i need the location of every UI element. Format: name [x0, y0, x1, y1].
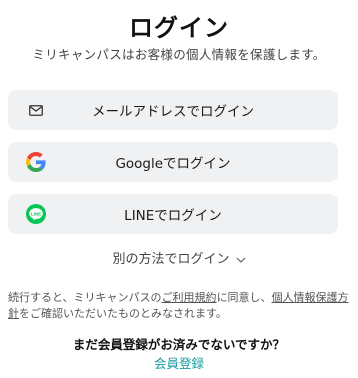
- terms-suffix: をご確認いただいたものとみなされます。: [19, 307, 227, 320]
- email-login-label: メールアドレスでログイン: [92, 104, 254, 120]
- terms-middle: に同意し、: [216, 291, 272, 304]
- other-login-methods-toggle[interactable]: 別の方法でログイン: [0, 248, 358, 267]
- signup-question: まだ会員登録がお済みでないですか？: [72, 337, 286, 352]
- google-login-button[interactable]: Googleでログイン: [8, 142, 338, 182]
- other-login-methods-label: 別の方法でログイン: [112, 252, 230, 267]
- google-login-label: Googleでログイン: [115, 156, 231, 172]
- chevron-down-icon: [236, 252, 246, 267]
- mail-icon: [26, 100, 46, 120]
- page-title: ログイン: [129, 14, 229, 42]
- line-login-label: LINEでログイン: [124, 208, 222, 224]
- terms-notice: 続行すると、ミリキャンパスのご利用規約に同意し、個人情報保護方針をご確認いただい…: [8, 290, 350, 322]
- svg-text:LINE: LINE: [31, 211, 41, 216]
- terms-prefix: 続行すると、ミリキャンパスの: [8, 291, 162, 304]
- signup-link[interactable]: 会員登録: [0, 353, 358, 372]
- google-icon: [26, 152, 46, 172]
- terms-of-use-link[interactable]: ご利用規約: [162, 291, 217, 304]
- email-login-button[interactable]: メールアドレスでログイン: [8, 90, 338, 130]
- page-subtitle: ミリキャンパスはお客様の個人情報を保護します。: [32, 47, 326, 62]
- line-login-button[interactable]: LINE LINEでログイン: [8, 194, 338, 234]
- line-icon: LINE: [26, 204, 46, 224]
